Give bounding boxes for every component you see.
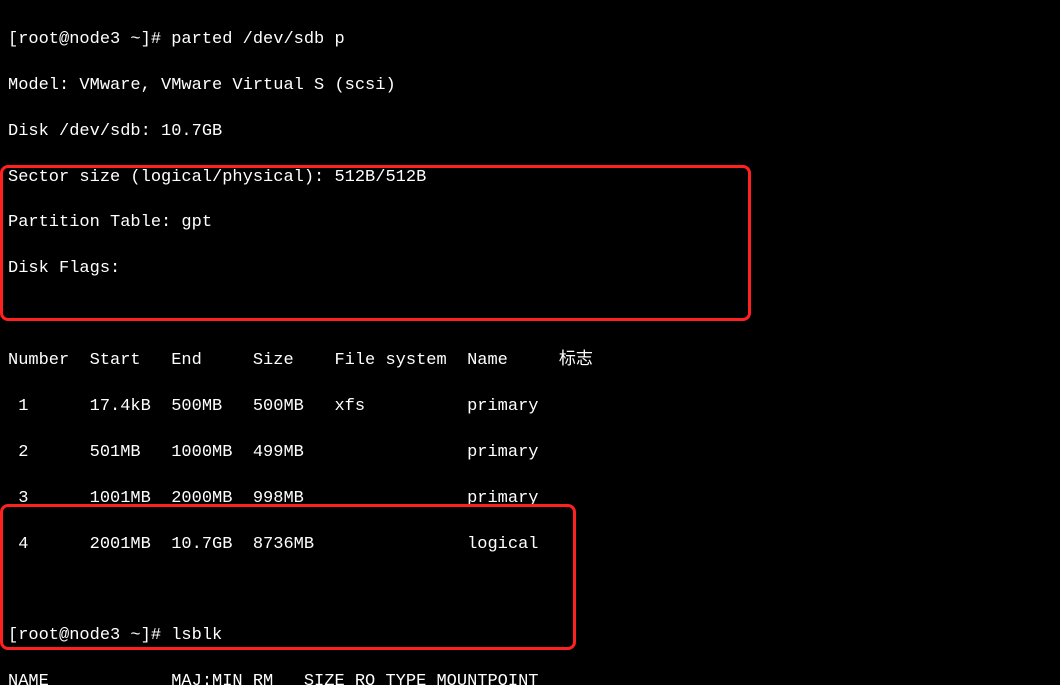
shell-prompt: [root@node3 ~]# xyxy=(8,30,171,49)
parted-table-header: Number Start End Size File system Name 标… xyxy=(8,350,1052,373)
lsblk-header: NAME MAJ:MIN RM SIZE RO TYPE MOUNTPOINT xyxy=(8,671,1052,685)
parted-row: 1 17.4kB 500MB 500MB xfs primary xyxy=(8,396,1052,419)
parted-row: 2 501MB 1000MB 499MB primary xyxy=(8,442,1052,465)
shell-prompt: [root@node3 ~]# xyxy=(8,626,171,645)
terminal-output[interactable]: [root@node3 ~]# parted /dev/sdb p Model:… xyxy=(0,0,1060,685)
parted-flags: Disk Flags: xyxy=(8,258,1052,281)
blank-line xyxy=(8,579,1052,602)
parted-model: Model: VMware, VMware Virtual S (scsi) xyxy=(8,75,1052,98)
parted-disk: Disk /dev/sdb: 10.7GB xyxy=(8,121,1052,144)
parted-row: 3 1001MB 2000MB 998MB primary xyxy=(8,488,1052,511)
parted-row: 4 2001MB 10.7GB 8736MB logical xyxy=(8,534,1052,557)
parted-ptable: Partition Table: gpt xyxy=(8,212,1052,235)
command-text: parted /dev/sdb p xyxy=(171,30,344,49)
parted-sector: Sector size (logical/physical): 512B/512… xyxy=(8,167,1052,190)
blank-line xyxy=(8,304,1052,327)
command-text: lsblk xyxy=(171,626,222,645)
